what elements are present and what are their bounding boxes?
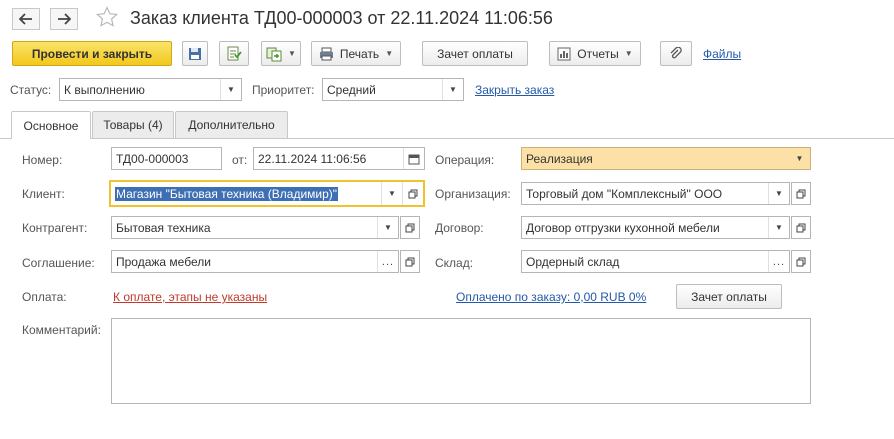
open-icon bbox=[796, 257, 806, 266]
payment-label: Оплата: bbox=[22, 290, 67, 304]
number-label: Номер: bbox=[22, 153, 63, 167]
payment-offset-button-label: Зачет оплаты bbox=[691, 289, 767, 304]
number-field[interactable]: ТД00-000003 bbox=[111, 147, 222, 170]
agreement-field[interactable]: Продажа мебели ... bbox=[111, 250, 399, 273]
chevron-down-icon: ▼ bbox=[288, 49, 296, 58]
tab-additional[interactable]: Дополнительно bbox=[175, 111, 288, 138]
from-label: от: bbox=[232, 153, 248, 167]
tab-main[interactable]: Основное bbox=[11, 111, 91, 139]
tab-main-label: Основное bbox=[23, 118, 79, 133]
open-icon bbox=[405, 257, 415, 266]
print-label: Печать bbox=[339, 46, 380, 61]
tab-goods[interactable]: Товары (4) bbox=[92, 111, 174, 138]
contract-value: Договор отгрузки кухонной мебели bbox=[526, 220, 720, 235]
arrow-left-icon bbox=[19, 13, 32, 25]
post-document-icon bbox=[227, 46, 242, 60]
reports-icon bbox=[557, 47, 571, 60]
priority-select[interactable]: Средний ▼ bbox=[322, 78, 464, 101]
close-order-link[interactable]: Закрыть заказ bbox=[475, 83, 554, 97]
chevron-down-icon[interactable]: ▼ bbox=[768, 183, 789, 204]
select-more-icon[interactable]: ... bbox=[768, 251, 789, 272]
agreement-value: Продажа мебели bbox=[116, 254, 211, 269]
agreement-open-button[interactable] bbox=[400, 250, 420, 273]
paid-amount-link[interactable]: Оплачено по заказу: 0,00 RUB 0% bbox=[456, 290, 646, 304]
chevron-down-icon[interactable]: ▼ bbox=[442, 79, 463, 100]
payment-terms-link[interactable]: К оплате, этапы не указаны bbox=[113, 290, 267, 304]
number-value: ТД00-000003 bbox=[116, 151, 189, 166]
priority-label: Приоритет: bbox=[252, 83, 315, 97]
floppy-disk-icon bbox=[189, 47, 201, 60]
counterparty-value: Бытовая техника bbox=[116, 220, 211, 235]
tab-divider bbox=[0, 138, 894, 139]
priority-value: Средний bbox=[327, 82, 376, 97]
forward-button[interactable] bbox=[50, 8, 78, 30]
open-icon bbox=[405, 223, 415, 232]
comment-label: Комментарий: bbox=[22, 323, 101, 337]
post-button[interactable] bbox=[219, 41, 249, 66]
counterparty-open-button[interactable] bbox=[400, 216, 420, 239]
files-link[interactable]: Файлы bbox=[703, 47, 741, 61]
post-and-close-label: Провести и закрыть bbox=[31, 46, 153, 61]
counterparty-label: Контрагент: bbox=[22, 221, 88, 235]
create-based-on-button[interactable]: ▼ bbox=[261, 41, 301, 66]
warehouse-open-button[interactable] bbox=[791, 250, 811, 273]
organization-field[interactable]: Торговый дом "Комплексный" ООО ▼ bbox=[521, 182, 790, 205]
paperclip-icon bbox=[670, 46, 682, 58]
contract-label: Договор: bbox=[435, 221, 484, 235]
payment-offset-toolbar-button[interactable]: Зачет оплаты bbox=[422, 41, 528, 66]
chevron-down-icon: ▼ bbox=[385, 49, 394, 58]
counterparty-field[interactable]: Бытовая техника ▼ bbox=[111, 216, 399, 239]
operation-value: Реализация bbox=[526, 151, 593, 166]
create-based-on-icon bbox=[266, 47, 282, 61]
open-icon[interactable] bbox=[402, 182, 423, 205]
operation-label: Операция: bbox=[435, 153, 495, 167]
payment-offset-button[interactable]: Зачет оплаты bbox=[676, 284, 782, 309]
back-button[interactable] bbox=[12, 8, 40, 30]
warehouse-field[interactable]: Ордерный склад ... bbox=[521, 250, 790, 273]
warehouse-value: Ордерный склад bbox=[526, 254, 620, 269]
window-title: Заказ клиента ТД00-000003 от 22.11.2024 … bbox=[130, 8, 553, 28]
select-more-icon[interactable]: ... bbox=[377, 251, 398, 272]
date-value: 22.11.2024 11:06:56 bbox=[258, 151, 367, 166]
client-field[interactable]: Магазин "Бытовая техника (Владимир)" ▼ bbox=[109, 180, 425, 207]
organization-value: Торговый дом "Комплексный" ООО bbox=[526, 186, 723, 201]
chevron-down-icon[interactable]: ▼ bbox=[789, 148, 810, 169]
reports-button[interactable]: Отчеты ▼ bbox=[549, 41, 641, 66]
status-select[interactable]: К выполнению ▼ bbox=[59, 78, 242, 101]
post-and-close-button[interactable]: Провести и закрыть bbox=[12, 41, 172, 66]
chevron-down-icon: ▼ bbox=[624, 49, 633, 58]
payment-offset-label: Зачет оплаты bbox=[437, 46, 513, 61]
client-value: Магазин "Бытовая техника (Владимир)" bbox=[115, 186, 339, 201]
comment-textarea[interactable] bbox=[111, 318, 811, 404]
printer-icon bbox=[319, 47, 333, 60]
contract-open-button[interactable] bbox=[791, 216, 811, 239]
tab-goods-label: Товары (4) bbox=[103, 118, 163, 132]
attach-button[interactable] bbox=[660, 41, 692, 66]
status-value: К выполнению bbox=[64, 82, 145, 97]
organization-open-button[interactable] bbox=[791, 182, 811, 205]
chevron-down-icon[interactable]: ▼ bbox=[220, 79, 241, 100]
date-field[interactable]: 22.11.2024 11:06:56 bbox=[253, 147, 425, 170]
chevron-down-icon[interactable]: ▼ bbox=[377, 217, 398, 238]
status-label: Статус: bbox=[10, 83, 52, 97]
agreement-label: Соглашение: bbox=[22, 256, 95, 270]
tab-additional-label: Дополнительно bbox=[188, 118, 275, 132]
client-label: Клиент: bbox=[22, 187, 65, 201]
print-button[interactable]: Печать ▼ bbox=[311, 41, 401, 66]
operation-select[interactable]: Реализация ▼ bbox=[521, 147, 811, 170]
contract-field[interactable]: Договор отгрузки кухонной мебели ▼ bbox=[521, 216, 790, 239]
organization-label: Организация: bbox=[435, 187, 511, 201]
warehouse-label: Склад: bbox=[435, 256, 474, 270]
chevron-down-icon[interactable]: ▼ bbox=[768, 217, 789, 238]
favorite-star-icon[interactable] bbox=[95, 5, 119, 32]
save-button[interactable] bbox=[182, 41, 208, 66]
open-icon bbox=[796, 223, 806, 232]
reports-label: Отчеты bbox=[577, 46, 619, 61]
arrow-right-icon bbox=[58, 13, 71, 25]
chevron-down-icon[interactable]: ▼ bbox=[381, 182, 402, 205]
calendar-icon[interactable] bbox=[403, 148, 424, 169]
open-icon bbox=[796, 189, 806, 198]
